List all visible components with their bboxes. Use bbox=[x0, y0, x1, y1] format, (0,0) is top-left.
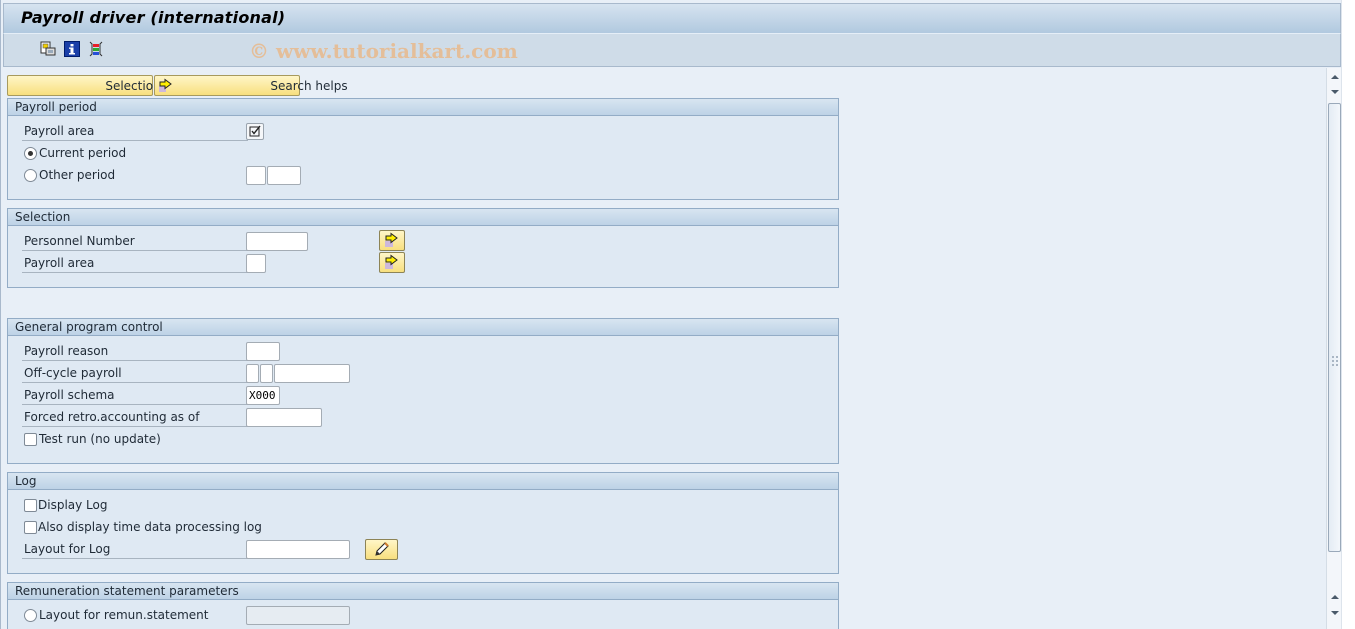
scroll-down-icon[interactable] bbox=[1329, 85, 1341, 99]
offcycle-input-2[interactable] bbox=[260, 364, 273, 383]
payroll-area-row: Payroll area bbox=[22, 121, 822, 141]
display-log-label: Display Log bbox=[38, 498, 108, 512]
arrow-right-icon bbox=[385, 254, 398, 269]
edit-layout-button[interactable] bbox=[365, 539, 398, 560]
time-log-checkbox[interactable] bbox=[24, 521, 37, 534]
watermark: © www.tutorialkart.com bbox=[249, 39, 518, 63]
payroll-area-label: Payroll area bbox=[22, 121, 248, 141]
offcycle-input-1[interactable] bbox=[246, 364, 259, 383]
other-period-number-input[interactable] bbox=[246, 166, 266, 185]
other-period-option[interactable]: Other period bbox=[22, 165, 822, 185]
payroll-area-multiple-selection-button[interactable] bbox=[379, 252, 405, 273]
pencil-icon bbox=[375, 542, 389, 556]
vertical-scrollbar[interactable] bbox=[1326, 68, 1342, 629]
personnel-number-multiple-selection-button[interactable] bbox=[379, 230, 405, 251]
page-down-icon[interactable] bbox=[1329, 606, 1341, 620]
time-log-option[interactable]: Also display time data processing log bbox=[22, 517, 822, 537]
get-variant-icon[interactable] bbox=[40, 41, 56, 57]
layout-log-input[interactable] bbox=[246, 540, 350, 559]
other-period-radio[interactable] bbox=[24, 169, 37, 182]
remun-layout-label: Layout for remun.statement bbox=[39, 608, 209, 622]
offcycle-date-input[interactable] bbox=[274, 364, 350, 383]
time-log-label: Also display time data processing log bbox=[38, 520, 262, 534]
layout-log-row: Layout for Log bbox=[22, 539, 822, 560]
test-run-option[interactable]: Test run (no update) bbox=[22, 429, 822, 449]
group-title: Selection bbox=[8, 209, 838, 226]
personnel-number-row: Personnel Number bbox=[22, 230, 822, 251]
display-log-checkbox[interactable] bbox=[24, 499, 37, 512]
group-log: Log Display Log Also display time data p… bbox=[7, 472, 839, 574]
arrow-right-icon bbox=[385, 232, 398, 247]
application-toolbar: © www.tutorialkart.com bbox=[3, 34, 1341, 67]
test-run-checkbox[interactable] bbox=[24, 433, 37, 446]
offcycle-label: Off-cycle payroll bbox=[22, 363, 248, 383]
program-info-icon[interactable] bbox=[64, 41, 80, 57]
grip-icon bbox=[1332, 356, 1338, 366]
other-period-label: Other period bbox=[39, 168, 116, 182]
payroll-area-label: Payroll area bbox=[22, 253, 248, 273]
personnel-number-label: Personnel Number bbox=[22, 231, 248, 251]
payroll-schema-label: Payroll schema bbox=[22, 385, 248, 405]
test-run-label: Test run (no update) bbox=[39, 432, 161, 446]
remun-layout-input[interactable] bbox=[246, 606, 350, 625]
sap-window: Payroll driver (international) © www.tut… bbox=[0, 0, 1342, 629]
group-title: Log bbox=[8, 473, 838, 490]
group-title: General program control bbox=[8, 319, 838, 336]
current-period-radio[interactable] bbox=[24, 147, 37, 160]
payroll-reason-row: Payroll reason bbox=[22, 341, 822, 361]
search-helps-button[interactable]: Search helps bbox=[154, 75, 348, 97]
group-selection: Selection Personnel Number Payroll area bbox=[7, 208, 839, 288]
group-remuneration-statement: Remuneration statement parameters Layout… bbox=[7, 582, 839, 629]
scroll-up-icon[interactable] bbox=[1329, 70, 1341, 84]
payroll-area-checkbox[interactable] bbox=[246, 123, 264, 140]
payroll-reason-label: Payroll reason bbox=[22, 341, 248, 361]
arrow-right-icon bbox=[158, 78, 174, 97]
forced-retro-input[interactable] bbox=[246, 408, 322, 427]
group-general-program-control: General program control Payroll reason O… bbox=[7, 318, 839, 464]
scroll-thumb[interactable] bbox=[1328, 103, 1341, 552]
payroll-schema-row: Payroll schema X000 bbox=[22, 385, 822, 405]
offcycle-row: Off-cycle payroll bbox=[22, 363, 822, 383]
checkmark-icon bbox=[249, 125, 261, 137]
selection-payroll-area-row: Payroll area bbox=[22, 252, 822, 273]
page-title: Payroll driver (international) bbox=[21, 8, 286, 27]
current-period-label: Current period bbox=[39, 146, 127, 160]
payroll-reason-input[interactable] bbox=[246, 342, 280, 361]
selection-screen: Selections from Search helps Payroll per… bbox=[1, 68, 1326, 629]
title-bar: Payroll driver (international) bbox=[3, 3, 1341, 34]
payroll-schema-input[interactable]: X000 bbox=[246, 386, 280, 405]
payroll-area-input[interactable] bbox=[246, 254, 266, 273]
other-period-year-input[interactable] bbox=[267, 166, 301, 185]
current-period-option[interactable]: Current period bbox=[22, 143, 822, 163]
group-payroll-period: Payroll period Payroll area Current peri… bbox=[7, 98, 839, 200]
group-title: Remuneration statement parameters bbox=[8, 583, 838, 600]
page-up-icon[interactable] bbox=[1329, 590, 1341, 604]
personnel-number-input[interactable] bbox=[246, 232, 308, 251]
forced-retro-row: Forced retro.accounting as of bbox=[22, 407, 822, 427]
selections-from-button[interactable]: Selections from bbox=[7, 75, 199, 96]
remun-layout-radio[interactable] bbox=[24, 609, 37, 622]
window-edge bbox=[1341, 0, 1355, 629]
remun-layout-option[interactable]: Layout for remun.statement bbox=[22, 605, 822, 625]
dynamic-selection-icon[interactable] bbox=[88, 41, 104, 57]
forced-retro-label: Forced retro.accounting as of bbox=[22, 407, 248, 427]
group-title: Payroll period bbox=[8, 99, 838, 116]
display-log-option[interactable]: Display Log bbox=[22, 495, 822, 515]
layout-log-label: Layout for Log bbox=[22, 539, 248, 559]
